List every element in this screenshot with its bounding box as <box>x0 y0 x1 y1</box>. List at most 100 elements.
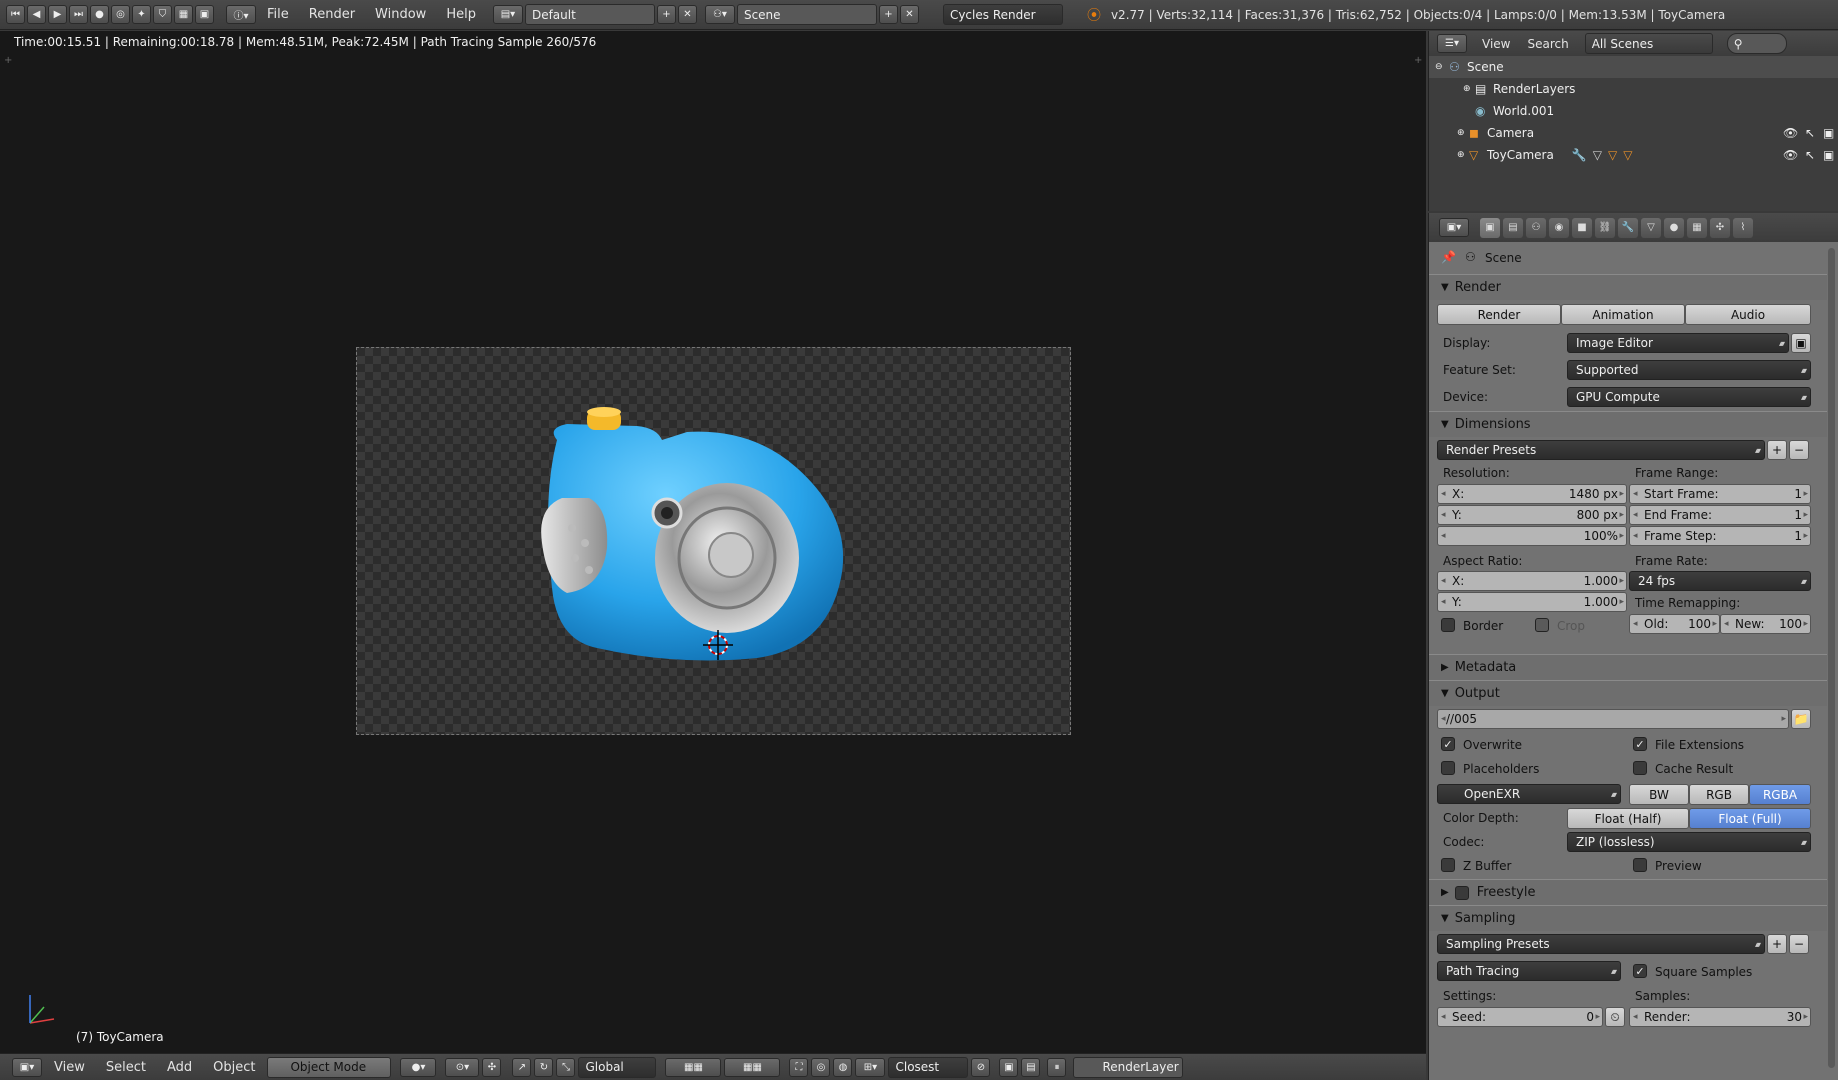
select-icon[interactable]: ↖ <box>1805 126 1815 140</box>
z-buffer-checkbox[interactable] <box>1441 858 1455 872</box>
float-full-button[interactable]: Float (Full) <box>1689 808 1811 829</box>
render-presets-select[interactable]: Render Presets <box>1437 440 1765 460</box>
aspect-x-field[interactable]: X:1.000 <box>1437 571 1627 591</box>
border-checkbox[interactable] <box>1441 618 1455 632</box>
layers-icon[interactable]: ▦▦ <box>665 1057 722 1077</box>
animated-seed-icon[interactable]: ⏲ <box>1605 1007 1625 1027</box>
menu-add[interactable]: Add <box>158 1060 201 1075</box>
remove-layout-icon[interactable]: ✕ <box>677 5 697 24</box>
scale-icon[interactable]: ⤡ <box>556 1057 576 1077</box>
constraints-tab-icon[interactable]: ⛓ <box>1595 217 1615 238</box>
play-reverse-icon[interactable]: ◀ <box>27 5 46 24</box>
placeholders-checkbox[interactable] <box>1441 761 1455 775</box>
translate-icon[interactable]: ↗ <box>512 1057 532 1077</box>
integrator-select[interactable]: Path Tracing <box>1437 961 1621 981</box>
render-tab-icon[interactable]: ▣ <box>1480 217 1500 238</box>
menu-object[interactable]: Object <box>204 1060 264 1075</box>
checker-icon[interactable]: ▦ <box>174 5 193 24</box>
mode-select[interactable]: Object Mode <box>267 1056 392 1078</box>
info-editor-icon[interactable]: ⓘ▾ <box>226 5 256 24</box>
modifiers-tab-icon[interactable]: 🔧 <box>1618 217 1638 238</box>
layout-icon[interactable]: ▤▾ <box>492 5 523 24</box>
outliner-search-input[interactable]: ⚲ <box>1726 33 1787 54</box>
start-frame-field[interactable]: Start Frame:1 <box>1629 484 1811 504</box>
pin-icon[interactable]: 📌 <box>1441 250 1456 264</box>
select-icon[interactable]: ↖ <box>1805 148 1815 162</box>
feature-set-select[interactable]: Supported <box>1567 360 1811 380</box>
pivot-icon[interactable]: ⊙▾ <box>445 1057 480 1077</box>
menu-file[interactable]: File <box>258 7 298 22</box>
scene-field[interactable]: Scene <box>736 4 877 25</box>
end-frame-field[interactable]: End Frame:1 <box>1629 505 1811 525</box>
scene-icon[interactable]: ⚇▾ <box>704 5 735 24</box>
keying-icon[interactable]: ◎ <box>111 5 130 24</box>
color-bw-button[interactable]: BW <box>1629 784 1689 805</box>
render-layer-field[interactable]: RenderLayer <box>1073 1056 1184 1078</box>
panel-metadata-header[interactable]: ▶ Metadata <box>1429 654 1827 680</box>
remove-preset-icon[interactable]: − <box>1789 440 1809 460</box>
time-remap-old-field[interactable]: Old:100 <box>1629 614 1720 634</box>
mesh-data-icon[interactable]: ▽ <box>1593 148 1602 162</box>
remove-sampling-preset-icon[interactable]: − <box>1789 934 1809 954</box>
color-rgba-button[interactable]: RGBA <box>1749 784 1811 805</box>
audio-button[interactable]: Audio <box>1685 304 1811 325</box>
render-button[interactable]: Render <box>1437 304 1561 325</box>
square-samples-checkbox[interactable]: ✓ <box>1633 964 1647 978</box>
menu-select[interactable]: Select <box>97 1060 155 1075</box>
display-window-icon[interactable]: ▣ <box>1791 333 1811 353</box>
file-format-select[interactable]: OpenEXR <box>1437 784 1621 804</box>
folder-browse-icon[interactable]: 📁 <box>1791 709 1811 729</box>
visibility-icon[interactable]: 👁 <box>1783 126 1798 140</box>
expand-icon[interactable]: ⊕ <box>1457 128 1469 138</box>
opengl-render-icon[interactable]: ▣ <box>999 1057 1019 1077</box>
outliner-menu-search[interactable]: Search <box>1525 37 1570 51</box>
render-visibility-icon[interactable]: ▣ <box>1823 126 1834 140</box>
menu-view[interactable]: View <box>45 1060 94 1075</box>
float-half-button[interactable]: Float (Half) <box>1567 808 1689 829</box>
properties-editor-icon[interactable]: ▣▾ <box>1439 218 1469 237</box>
outliner-menu-view[interactable]: View <box>1473 37 1519 51</box>
add-layout-icon[interactable]: + <box>656 5 676 24</box>
time-remap-new-field[interactable]: New:100 <box>1720 614 1811 634</box>
file-extensions-checkbox[interactable]: ✓ <box>1633 737 1647 751</box>
outliner-item-toycamera[interactable]: ⊕ ▽ ToyCamera 🔧 ▽ ▽ ▽ 👁 ↖ ▣ <box>1429 144 1838 166</box>
sampling-presets-select[interactable]: Sampling Presets <box>1437 934 1765 954</box>
object-tab-icon[interactable]: ■ <box>1572 217 1592 238</box>
panel-sampling-header[interactable]: ▼ Sampling <box>1429 905 1827 931</box>
frame-step-field[interactable]: Frame Step:1 <box>1629 526 1811 546</box>
preview-checkbox[interactable] <box>1633 858 1647 872</box>
outliner-filter-select[interactable]: All Scenes <box>1584 33 1713 54</box>
codec-select[interactable]: ZIP (lossless) <box>1567 832 1811 852</box>
snap-target-select[interactable]: Closest <box>888 1056 969 1078</box>
3d-cursor-icon[interactable] <box>703 630 733 660</box>
properties-scrollbar[interactable] <box>1828 248 1835 1068</box>
render-icon[interactable]: ▣ <box>195 5 214 24</box>
expand-icon[interactable]: ⊕ <box>1463 84 1475 94</box>
render-engine-select[interactable]: Cycles Render <box>942 4 1063 25</box>
resolution-percent-field[interactable]: 100% <box>1437 526 1627 546</box>
modifier-wrench-icon[interactable]: 🔧 <box>1572 148 1587 162</box>
pause-icon[interactable]: ⏸ <box>1047 1057 1067 1077</box>
color-rgb-button[interactable]: RGB <box>1689 784 1749 805</box>
menu-render[interactable]: Render <box>300 7 364 22</box>
outliner-item-camera[interactable]: ⊕ ◼ Camera 👁 ↖ ▣ <box>1429 122 1838 144</box>
add-scene-icon[interactable]: + <box>878 5 898 24</box>
world-tab-icon[interactable]: ◉ <box>1549 217 1569 238</box>
add-preset-icon[interactable]: + <box>1767 440 1787 460</box>
render-samples-field[interactable]: Render:30 <box>1629 1007 1811 1027</box>
output-path-input[interactable]: //005 <box>1437 709 1789 729</box>
jump-start-icon[interactable]: ⏮ <box>6 5 25 24</box>
cache-result-checkbox[interactable] <box>1633 761 1647 775</box>
editor-type-icon[interactable]: ▣▾ <box>12 1057 42 1077</box>
resolution-x-field[interactable]: X:1480 px <box>1437 484 1627 504</box>
material-icon-2[interactable]: ▽ <box>1623 148 1632 162</box>
material-tab-icon[interactable]: ● <box>1664 217 1684 238</box>
snap-align-icon[interactable]: ⊘ <box>971 1057 991 1077</box>
viewport-3d[interactable]: Time:00:15.51 | Remaining:00:18.78 | Mem… <box>0 31 1426 1053</box>
particles-tab-icon[interactable]: ✣ <box>1710 217 1730 238</box>
opengl-anim-icon[interactable]: ▤ <box>1021 1057 1041 1077</box>
record-icon[interactable]: ● <box>90 5 109 24</box>
outliner-item-scene[interactable]: ⊖ ⚇ Scene <box>1429 56 1838 78</box>
crop-checkbox[interactable] <box>1535 618 1549 632</box>
panel-dimensions-header[interactable]: ▼ Dimensions <box>1429 411 1827 437</box>
